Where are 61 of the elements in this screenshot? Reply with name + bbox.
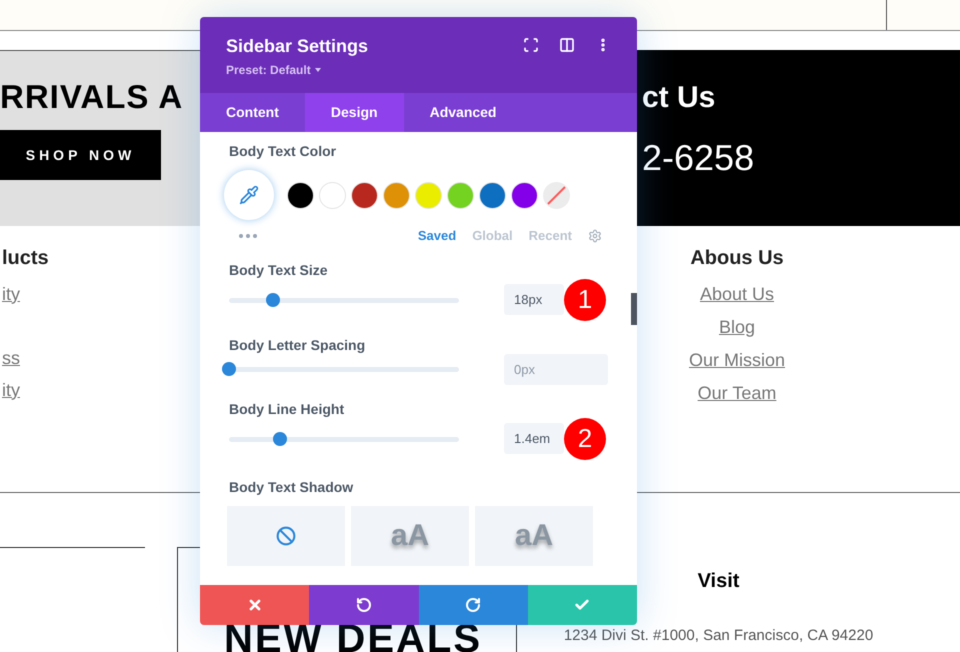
undo-icon: [356, 597, 372, 613]
column-heading: lucts: [1, 246, 49, 270]
undo-button[interactable]: [309, 585, 418, 625]
slider-thumb[interactable]: [266, 292, 280, 306]
no-color-swatch[interactable]: [543, 182, 570, 208]
panel-tab[interactable]: Advanced: [404, 93, 522, 132]
slider-thumb[interactable]: [222, 362, 236, 376]
color-swatch[interactable]: [511, 182, 538, 208]
shop-now-button[interactable]: SHOP NOW: [0, 130, 161, 180]
scrollbar-thumb[interactable]: [631, 293, 637, 325]
footer-link[interactable]: About Us: [700, 281, 774, 308]
field-label: Body Text Size: [229, 260, 329, 278]
value-input[interactable]: 0px: [504, 354, 608, 384]
focus-icon[interactable]: [523, 37, 539, 53]
panel-title: Sidebar Settings: [226, 35, 368, 57]
no-shadow-icon: [276, 526, 296, 546]
shadow-option[interactable]: aA: [351, 506, 469, 566]
panel-tab[interactable]: Content: [200, 93, 305, 132]
field-label: Body Letter Spacing: [229, 336, 366, 354]
close-icon: [246, 597, 263, 613]
value-input[interactable]: 1.4em: [504, 423, 564, 454]
column-heading: Abous Us: [690, 246, 784, 270]
slider-thumb[interactable]: [272, 432, 287, 446]
color-swatch[interactable]: [287, 182, 314, 208]
eyedropper-button[interactable]: [224, 170, 274, 220]
color-swatch[interactable]: [351, 182, 378, 208]
color-swatch[interactable]: [319, 182, 346, 208]
contact-phone: 2-6258: [642, 136, 754, 180]
settings-icon[interactable]: [588, 228, 602, 243]
redo-button[interactable]: [418, 585, 528, 625]
more-dots-icon[interactable]: [239, 234, 257, 238]
visit-heading: Visit: [698, 569, 740, 593]
shadow-preview-text: aA: [514, 518, 554, 554]
address-text: 1234 Divi St. #1000, San Francisco, CA 94220: [564, 627, 874, 645]
caret-icon: [314, 68, 321, 72]
footer-link[interactable]: ity: [2, 374, 20, 406]
footer-link[interactable]: Our Mission: [688, 347, 786, 374]
color-swatch[interactable]: [479, 182, 506, 208]
contact-heading: ct Us: [642, 80, 716, 116]
field-label: Body Line Height: [229, 400, 346, 418]
color-swatch[interactable]: [415, 182, 442, 208]
split-view-icon[interactable]: [559, 37, 575, 53]
step-number-badge: 1: [564, 278, 606, 320]
banner-heading: RRIVALS A: [0, 77, 184, 117]
footer-link[interactable]: Blog: [718, 314, 756, 341]
value-input[interactable]: 18px: [504, 284, 564, 315]
color-swatch[interactable]: [383, 182, 410, 208]
redo-icon: [465, 597, 482, 613]
field-label: Body Text Color: [229, 142, 338, 160]
preset-dropdown[interactable]: Preset: Default: [226, 61, 368, 79]
palette-tab[interactable]: Saved: [418, 226, 456, 246]
shadow-option[interactable]: aA: [475, 506, 593, 566]
eyedropper-icon: [239, 185, 259, 205]
footer-link[interactable]: Our Team: [698, 380, 776, 407]
step-number-badge: 2: [564, 418, 606, 460]
footer-link[interactable]: ss: [2, 342, 20, 374]
color-swatch[interactable]: [447, 182, 474, 208]
shadow-preview-text: aA: [390, 518, 430, 554]
field-label: Body Text Shadow: [229, 478, 354, 496]
footer-link[interactable]: ity: [2, 278, 20, 310]
panel-tab[interactable]: Design: [304, 93, 404, 132]
